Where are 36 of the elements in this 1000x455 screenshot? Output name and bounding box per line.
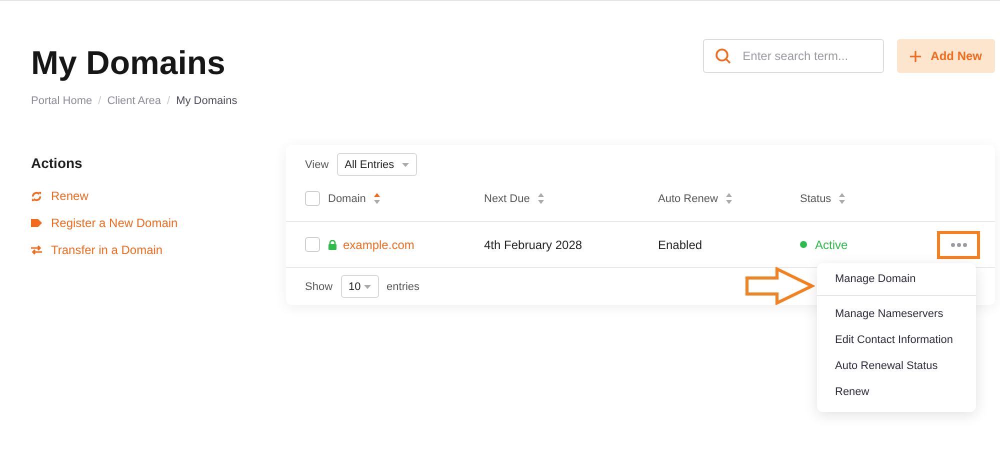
page-size-select[interactable]: 10	[340, 275, 379, 298]
transfer-icon	[31, 245, 42, 255]
caret-icon	[402, 162, 409, 166]
sidebar-title: Actions	[31, 155, 84, 171]
sort-icon[interactable]	[374, 193, 380, 204]
plus-icon	[910, 50, 921, 62]
search-icon	[714, 48, 731, 64]
status-text: Active	[815, 238, 848, 252]
menu-item[interactable]: Renew	[817, 380, 976, 406]
sort-icon[interactable]	[726, 193, 732, 204]
menu-item[interactable]: Manage Nameservers	[817, 302, 976, 328]
column-header[interactable]: Auto Renew	[658, 192, 718, 204]
view-label: View	[305, 158, 329, 170]
checkbox[interactable]	[305, 237, 320, 252]
show-label: Show	[305, 280, 333, 292]
table-cell-text: 4th February 2028	[484, 238, 584, 252]
entries-label: entries	[386, 280, 420, 292]
view-select[interactable]: All Entries	[336, 153, 417, 176]
caret-icon	[364, 284, 371, 288]
column-header[interactable]: Status	[800, 192, 832, 204]
table-cell-text: Enabled	[658, 238, 704, 252]
page-title: My Domains	[31, 43, 226, 83]
sort-icon[interactable]	[538, 193, 544, 204]
tag-icon	[31, 219, 42, 227]
breadcrumb-separator: /	[98, 95, 102, 107]
menu-item[interactable]: Edit Contact Information	[817, 328, 976, 354]
menu-item[interactable]: Auto Renewal Status	[817, 354, 976, 380]
column-header[interactable]: Domain	[328, 192, 366, 204]
checkbox[interactable]	[305, 191, 320, 206]
search-field[interactable]: Enter search term...	[702, 39, 884, 73]
ellipsis-icon	[950, 242, 966, 246]
sort-icon[interactable]	[839, 193, 846, 204]
refresh-icon	[31, 190, 42, 202]
menu-item[interactable]: Manage Domain	[817, 267, 976, 296]
breadcrumb-separator: /	[167, 95, 170, 107]
column-header[interactable]: Next Due	[484, 192, 530, 204]
